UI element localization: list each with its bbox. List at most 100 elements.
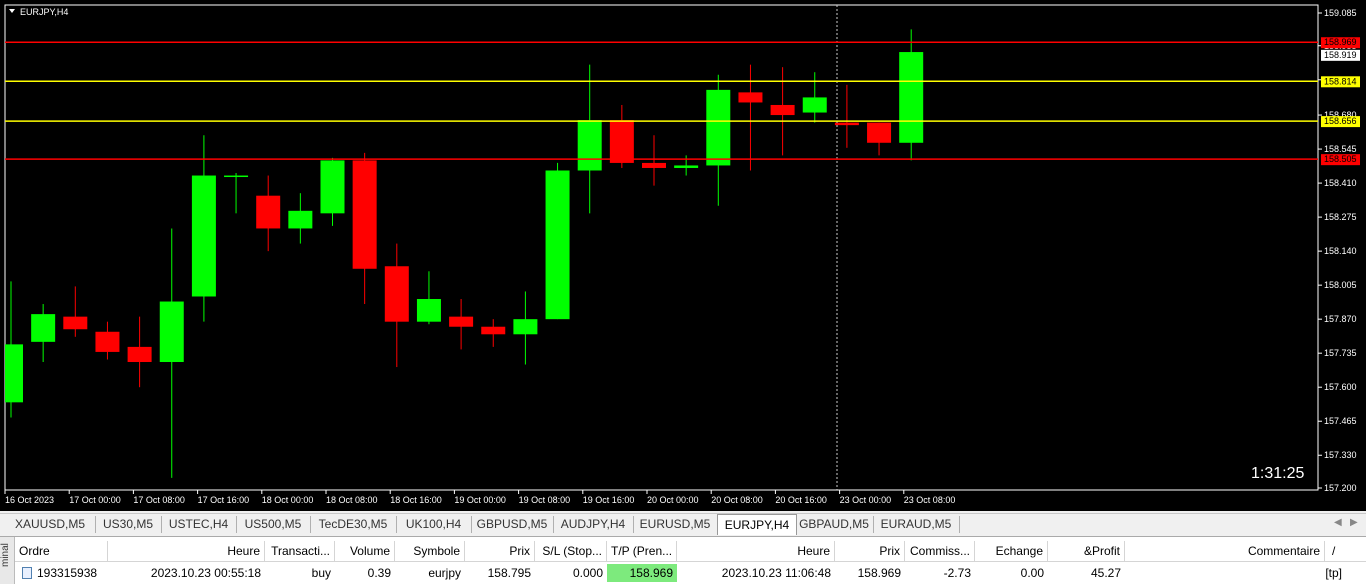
- candle-body: [352, 160, 377, 269]
- chart-tabs-bar: XAUUSD,M5 US30,M5 USTEC,H4 US500,M5 TecDE30,…: [0, 513, 1366, 535]
- candle-body: [127, 346, 152, 363]
- close-price-cell[interactable]: 158.969: [835, 564, 905, 582]
- comment-cell[interactable]: [tp]: [1125, 564, 1346, 582]
- column-header[interactable]: Volume: [335, 541, 395, 561]
- column-header[interactable]: Commentaire: [1125, 541, 1325, 561]
- time-axis-label: 20 Oct 16:00: [775, 495, 827, 505]
- close-time-cell[interactable]: 2023.10.23 11:06:48: [677, 564, 835, 582]
- column-header[interactable]: Heure: [677, 541, 835, 561]
- price-axis-label: 158.140: [1324, 246, 1357, 256]
- price-axis-label: 157.465: [1324, 416, 1357, 426]
- candlestick-chart[interactable]: EURJPY,H4159.085158.955158.820158.680158…: [0, 0, 1366, 511]
- column-header[interactable]: Transacti...: [265, 541, 335, 561]
- chart-window[interactable]: EURJPY,H4159.085158.955158.820158.680158…: [0, 0, 1366, 511]
- bar-countdown-timer: 1:31:25: [1251, 465, 1304, 482]
- column-header[interactable]: Heure: [108, 541, 265, 561]
- chart-tab[interactable]: USTEC,H4: [161, 516, 237, 533]
- column-header[interactable]: Echange: [975, 541, 1048, 561]
- order-cell[interactable]: 193315938: [33, 564, 108, 582]
- tab-scroll-left-icon[interactable]: ◀: [1334, 517, 1342, 528]
- candle-body: [159, 301, 184, 363]
- time-axis-label: 19 Oct 00:00: [454, 495, 506, 505]
- candle-body: [320, 160, 345, 214]
- price-axis-label: 157.200: [1324, 483, 1357, 493]
- price-cell[interactable]: 158.795: [465, 564, 535, 582]
- sl-cell[interactable]: 0.000: [535, 564, 607, 582]
- candle-body: [224, 175, 249, 178]
- price-axis-label: 157.735: [1324, 348, 1357, 358]
- symbol-cell[interactable]: eurjpy: [395, 564, 465, 582]
- time-cell[interactable]: 2023.10.23 00:55:18: [108, 564, 265, 582]
- price-axis-label: 157.330: [1324, 450, 1357, 460]
- column-header[interactable]: &Profit: [1048, 541, 1125, 561]
- price-axis-label: 158.410: [1324, 178, 1357, 188]
- price-axis-label: 159.085: [1324, 8, 1357, 18]
- price-axis-label: 157.600: [1324, 382, 1357, 392]
- time-axis-label: 20 Oct 08:00: [711, 495, 763, 505]
- level-line-1-label: 158.814: [1324, 76, 1357, 86]
- tp-cell[interactable]: 158.969: [607, 564, 677, 582]
- time-axis-label: 23 Oct 08:00: [904, 495, 956, 505]
- time-axis-label: 18 Oct 16:00: [390, 495, 442, 505]
- candle-body: [609, 120, 634, 163]
- column-header[interactable]: Symbole: [395, 541, 465, 561]
- price-axis-label: 158.275: [1324, 212, 1357, 222]
- column-header[interactable]: Prix: [465, 541, 535, 561]
- candle-body: [642, 162, 666, 168]
- time-axis-label: 17 Oct 00:00: [69, 495, 121, 505]
- volume-cell[interactable]: 0.39: [335, 564, 395, 582]
- type-cell[interactable]: buy: [265, 564, 335, 582]
- chart-tab[interactable]: GBPAUD,M5: [795, 516, 874, 533]
- order-icon: [22, 567, 32, 579]
- candle-body: [31, 314, 56, 342]
- candle-body: [256, 195, 281, 229]
- chart-tab[interactable]: US500,M5: [236, 516, 311, 533]
- candle-body: [802, 97, 827, 113]
- terminal-side-text: minal: [0, 543, 11, 567]
- column-header[interactable]: T/P (Pren...: [607, 541, 677, 561]
- candle-body: [95, 331, 120, 352]
- candle-body: [674, 165, 699, 168]
- candle-body: [545, 170, 570, 320]
- candle-body: [706, 89, 731, 166]
- column-header[interactable]: S/L (Stop...: [535, 541, 607, 561]
- candle-body: [577, 120, 602, 171]
- chart-tab[interactable]: TecDE30,M5: [310, 516, 397, 533]
- chart-menu-arrow-icon: [9, 9, 15, 13]
- tp-line-label: 158.969: [1324, 37, 1357, 47]
- symbol-label: EURJPY,H4: [20, 7, 68, 17]
- candle-body: [288, 210, 313, 229]
- swap-cell[interactable]: 0.00: [975, 564, 1048, 582]
- column-header[interactable]: Prix: [835, 541, 905, 561]
- time-axis-label: 18 Oct 00:00: [262, 495, 314, 505]
- chart-tab[interactable]: EURJPY,H4: [717, 514, 797, 535]
- level-line-2-label: 158.656: [1324, 116, 1357, 126]
- chart-tab[interactable]: XAUUSD,M5: [5, 516, 96, 533]
- time-axis-label: 16 Oct 2023: [5, 495, 54, 505]
- sort-indicator: /: [1328, 541, 1348, 561]
- terminal-panel: minal Ordre Heure Transacti... Volume Symbol…: [0, 536, 1366, 584]
- price-axis-label: 158.545: [1324, 144, 1357, 154]
- chart-tab[interactable]: EURUSD,M5: [633, 516, 718, 533]
- chart-tab[interactable]: EURAUD,M5: [873, 516, 960, 533]
- time-axis-label: 23 Oct 00:00: [840, 495, 892, 505]
- candle-body: [416, 299, 441, 322]
- chart-tab[interactable]: US30,M5: [95, 516, 162, 533]
- column-header[interactable]: Ordre: [15, 541, 108, 561]
- bid-line-label: 158.919: [1324, 50, 1357, 60]
- commission-cell[interactable]: -2.73: [905, 564, 975, 582]
- price-axis-label: 158.005: [1324, 280, 1357, 290]
- candle-body: [738, 92, 763, 103]
- price-axis-label: 157.870: [1324, 314, 1357, 324]
- candle-body: [449, 316, 474, 327]
- profit-cell[interactable]: 45.27: [1048, 564, 1125, 582]
- chart-tab[interactable]: GBPUSD,M5: [471, 516, 554, 533]
- tab-scroll-right-icon[interactable]: ▶: [1350, 517, 1358, 528]
- candle-body: [834, 122, 859, 126]
- candle-body: [867, 122, 892, 143]
- chart-tab[interactable]: AUDJPY,H4: [553, 516, 634, 533]
- level-line-3-label: 158.505: [1324, 154, 1357, 164]
- candle-body: [770, 104, 795, 116]
- chart-tab[interactable]: UK100,H4: [396, 516, 472, 533]
- column-header[interactable]: Commiss...: [905, 541, 975, 561]
